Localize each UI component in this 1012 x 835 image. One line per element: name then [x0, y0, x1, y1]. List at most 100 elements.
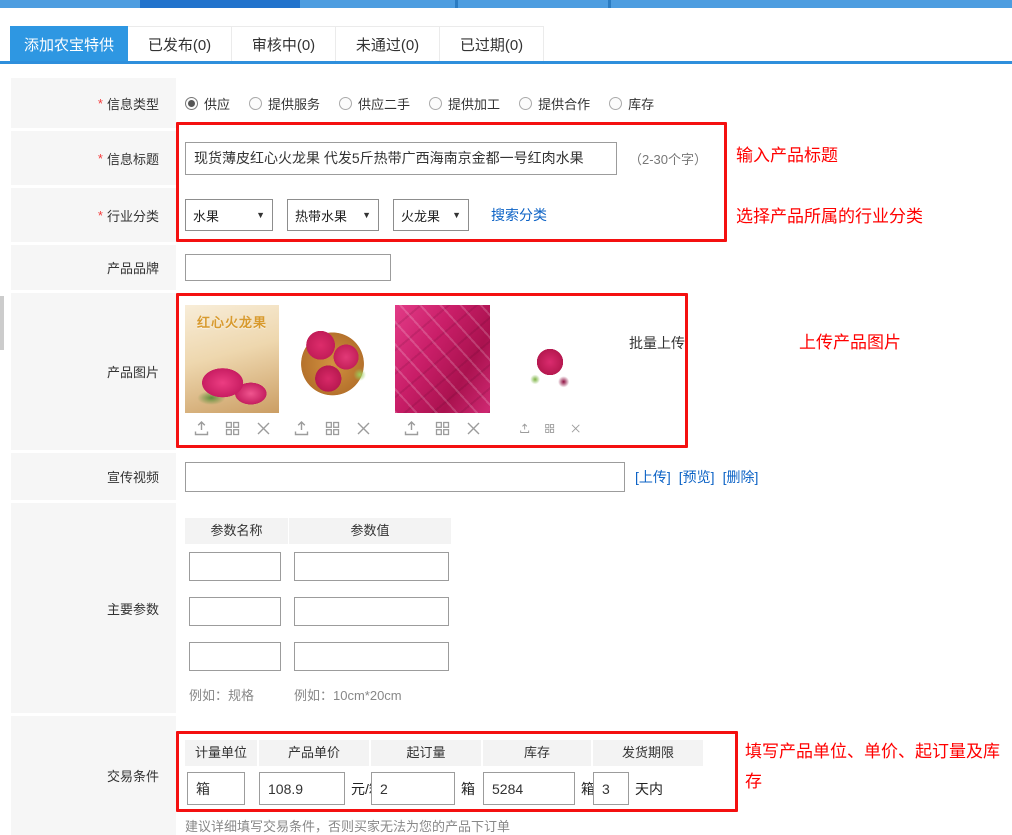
info-type-option-6[interactable]: 库存 [609, 94, 654, 113]
form-row-video: 宣传视频 [上传] [预览] [删除] [11, 453, 1001, 500]
delete-icon[interactable] [570, 420, 581, 437]
grid-icon[interactable] [544, 420, 555, 437]
param-value-input-3[interactable] [294, 642, 449, 671]
title-length-hint: （2-30个字） [629, 149, 707, 168]
batch-upload-link[interactable]: 批量上传 [629, 333, 685, 353]
price-input[interactable] [259, 772, 345, 805]
moq-input[interactable] [371, 772, 455, 805]
radio-icon[interactable] [609, 97, 622, 110]
category-select-level2[interactable]: 热带水果 ▼ [287, 199, 379, 231]
info-type-label: * 信息类型 [11, 78, 176, 128]
trade-table-inputs: 元/箱 箱 箱 天内 [185, 772, 703, 805]
params-label: 主要参数 [11, 503, 176, 713]
tab-underline [0, 61, 1012, 64]
stock-input[interactable] [483, 772, 575, 805]
radio-icon[interactable] [519, 97, 532, 110]
title-input[interactable] [185, 142, 617, 175]
images-label: 产品图片 [11, 293, 176, 450]
param-row [185, 552, 449, 581]
top-bar-divider [455, 0, 458, 8]
form-row-params: 主要参数 参数名称 参数值 [11, 503, 1001, 713]
chevron-down-icon: ▼ [362, 210, 371, 220]
top-bar-divider [608, 0, 611, 8]
tab-expired[interactable]: 已过期(0) [440, 26, 544, 62]
grid-icon[interactable] [434, 420, 451, 437]
delete-icon[interactable] [355, 420, 372, 437]
delivery-input[interactable] [593, 772, 629, 805]
param-examples: 例如：规格 例如：10cm*20cm [185, 685, 402, 704]
radio-icon[interactable] [429, 97, 442, 110]
tab-bar: 添加农宝特供 已发布(0) 审核中(0) 未通过(0) 已过期(0) [10, 26, 544, 62]
param-name-header: 参数名称 [185, 518, 288, 544]
category-label: * 行业分类 [11, 188, 176, 242]
tab-rejected[interactable]: 未通过(0) [336, 26, 440, 62]
params-header: 参数名称 参数值 [185, 518, 451, 544]
info-type-option-4[interactable]: 提供加工 [429, 94, 500, 113]
info-type-option-1[interactable]: 供应 [185, 94, 230, 113]
video-url-input[interactable] [185, 462, 625, 492]
param-name-input-1[interactable] [189, 552, 281, 581]
product-image-2[interactable] [290, 310, 375, 408]
delete-icon[interactable] [465, 420, 482, 437]
image-action-icons [519, 420, 581, 437]
product-image-card [290, 305, 375, 437]
image-action-icons [395, 420, 490, 437]
param-row [185, 597, 449, 626]
info-type-option-2[interactable]: 提供服务 [249, 94, 320, 113]
form-row-category: * 行业分类 水果 ▼ 热带水果 ▼ 火龙果 ▼ 搜索分类 [11, 188, 1001, 242]
required-asterisk: * [98, 151, 103, 166]
unit-input[interactable] [187, 772, 245, 805]
moq-unit-suffix: 箱 [461, 779, 475, 799]
info-type-option-5[interactable]: 提供合作 [519, 94, 590, 113]
trade-label: 交易条件 [11, 716, 176, 835]
product-image-3[interactable] [395, 305, 490, 413]
tab-add-special-supply[interactable]: 添加农宝特供 [10, 26, 128, 62]
category-select-level1[interactable]: 水果 ▼ [185, 199, 273, 231]
category-select-level3[interactable]: 火龙果 ▼ [393, 199, 469, 231]
tab-published[interactable]: 已发布(0) [128, 26, 232, 62]
info-type-radio-group: 供应提供服务供应二手提供加工提供合作库存 [176, 78, 1001, 128]
chevron-down-icon: ▼ [452, 210, 461, 220]
tab-under-review[interactable]: 审核中(0) [232, 26, 336, 62]
delete-icon[interactable] [255, 420, 272, 437]
video-delete-link[interactable]: [删除] [723, 467, 759, 487]
trade-note: 建议详细填写交易条件，否则买家无法为您的产品下订单 [185, 816, 510, 835]
delivery-unit-suffix: 天内 [635, 779, 663, 799]
moq-header: 起订量 [369, 740, 481, 766]
param-value-header: 参数值 [289, 518, 451, 544]
required-asterisk: * [98, 96, 103, 111]
grid-icon[interactable] [324, 420, 341, 437]
param-name-input-3[interactable] [189, 642, 281, 671]
upload-icon[interactable] [193, 420, 210, 437]
grid-icon[interactable] [224, 420, 241, 437]
required-asterisk: * [98, 208, 103, 223]
search-category-link[interactable]: 搜索分类 [491, 205, 547, 225]
param-row [185, 642, 449, 671]
video-preview-link[interactable]: [预览] [679, 467, 715, 487]
video-label: 宣传视频 [11, 453, 176, 500]
product-image-card: 红心火龙果 [185, 305, 279, 437]
radio-selected-icon[interactable] [185, 97, 198, 110]
brand-label: 产品品牌 [11, 245, 176, 290]
stock-header: 库存 [481, 740, 591, 766]
product-image-4[interactable] [519, 335, 581, 395]
param-value-input-2[interactable] [294, 597, 449, 626]
param-value-input-1[interactable] [294, 552, 449, 581]
form-row-images: 产品图片 红心火龙果 [11, 293, 1001, 450]
price-header: 产品单价 [257, 740, 369, 766]
upload-icon[interactable] [519, 420, 530, 437]
upload-icon[interactable] [293, 420, 310, 437]
image-action-icons [290, 420, 375, 437]
radio-icon[interactable] [249, 97, 262, 110]
product-image-1[interactable]: 红心火龙果 [185, 305, 279, 413]
image-action-icons [185, 420, 279, 437]
info-type-option-3[interactable]: 供应二手 [339, 94, 410, 113]
form-row-trade: 交易条件 计量单位 产品单价 起订量 库存 发货期限 元/箱 [11, 716, 1001, 835]
param-name-input-2[interactable] [189, 597, 281, 626]
radio-icon[interactable] [339, 97, 352, 110]
upload-icon[interactable] [403, 420, 420, 437]
brand-input[interactable] [185, 254, 391, 281]
product-form: * 信息类型 供应提供服务供应二手提供加工提供合作库存 * 信息标题 （2-30… [11, 78, 1001, 835]
form-row-info-type: * 信息类型 供应提供服务供应二手提供加工提供合作库存 [11, 78, 1001, 128]
video-upload-link[interactable]: [上传] [635, 467, 671, 487]
